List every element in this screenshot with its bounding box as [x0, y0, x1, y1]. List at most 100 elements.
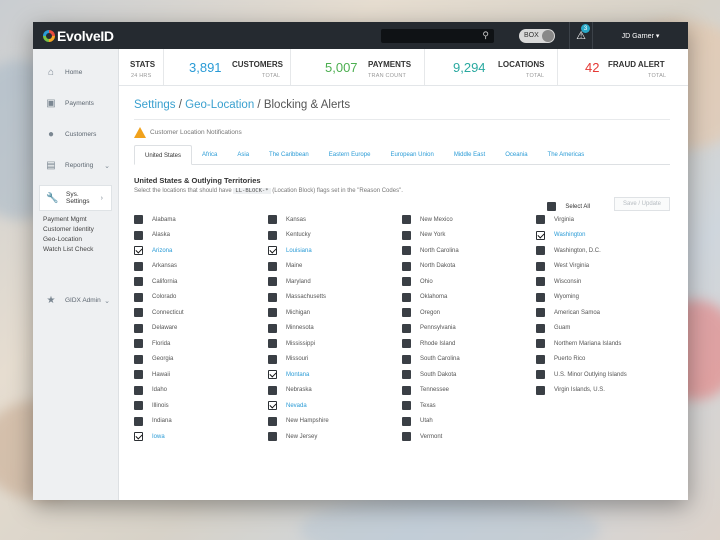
location-checkbox-row[interactable]: Rhode Island [402, 336, 536, 352]
checkbox[interactable] [134, 339, 143, 349]
tab-africa[interactable]: Africa [192, 145, 227, 164]
search-icon[interactable]: ⚲ [482, 30, 489, 41]
location-checkbox-row[interactable]: South Carolina [402, 352, 536, 368]
search-input[interactable]: ⚲ [381, 28, 494, 43]
stat-customers[interactable]: 3,891 CUSTOMERS TOTAL [164, 49, 291, 85]
tab-middle-east[interactable]: Middle East [444, 145, 495, 164]
sidebar-item-home[interactable]: ⌂ Home [33, 57, 118, 88]
location-checkbox-row[interactable]: Tennessee [402, 383, 536, 399]
checkbox[interactable] [402, 385, 411, 395]
location-checkbox-row[interactable]: Hawaii [134, 367, 268, 383]
location-checkbox-row[interactable]: Pennsylvania [402, 321, 536, 337]
location-checkbox-row[interactable]: American Samoa [536, 305, 670, 321]
location-checkbox-row[interactable]: Ohio [402, 274, 536, 290]
location-checkbox-row[interactable]: Massachusetts [268, 290, 402, 306]
tab-asia[interactable]: Asia [227, 145, 259, 164]
checkbox[interactable] [134, 354, 143, 364]
checkbox[interactable] [402, 292, 411, 302]
location-checkbox-row[interactable]: Colorado [134, 290, 268, 306]
location-checkbox-row[interactable]: Northern Mariana Islands [536, 336, 670, 352]
checkbox[interactable] [268, 385, 277, 395]
location-checkbox-row[interactable]: Arkansas [134, 259, 268, 275]
checkbox[interactable] [268, 416, 277, 426]
select-all-checkbox[interactable]: Select All [547, 202, 590, 211]
checkbox[interactable] [536, 292, 545, 302]
checkbox[interactable] [134, 261, 143, 271]
checkbox[interactable] [536, 246, 545, 256]
location-checkbox-row[interactable]: Alabama [134, 212, 268, 228]
location-checkbox-row[interactable]: Idaho [134, 383, 268, 399]
location-checkbox-row[interactable]: New Jersey [268, 429, 402, 445]
location-checkbox-row[interactable]: Connecticut [134, 305, 268, 321]
sidebar-item-reporting[interactable]: ▤ Reporting ⌄ [33, 150, 118, 181]
checkbox[interactable] [134, 385, 143, 395]
location-checkbox-row[interactable]: Wisconsin [536, 274, 670, 290]
location-checkbox-row[interactable]: Iowa [134, 429, 268, 445]
checkbox[interactable] [536, 385, 545, 395]
checkbox[interactable] [402, 401, 411, 411]
location-checkbox-row[interactable]: Louisiana [268, 243, 402, 259]
checkbox[interactable] [134, 292, 143, 302]
checkbox[interactable] [402, 215, 411, 225]
submenu-customer-identity[interactable]: Customer Identity [43, 225, 118, 235]
checkbox[interactable] [268, 354, 277, 364]
checkbox[interactable] [268, 215, 277, 225]
checkbox[interactable] [402, 261, 411, 271]
location-checkbox-row[interactable]: Guam [536, 321, 670, 337]
checkbox[interactable] [134, 416, 143, 426]
sidebar-item-payments[interactable]: ▣ Payments [33, 88, 118, 119]
checkbox[interactable] [268, 246, 277, 256]
checkbox[interactable] [134, 277, 143, 287]
checkbox[interactable] [402, 277, 411, 287]
checkbox[interactable] [134, 230, 143, 240]
checkbox[interactable] [547, 202, 557, 211]
location-checkbox-row[interactable]: Mississippi [268, 336, 402, 352]
location-checkbox-row[interactable]: Virgin Islands, U.S. [536, 383, 670, 399]
checkbox[interactable] [268, 308, 277, 318]
tab-the-americas[interactable]: The Americas [538, 145, 595, 164]
location-checkbox-row[interactable]: Montana [268, 367, 402, 383]
checkbox[interactable] [402, 339, 411, 349]
location-checkbox-row[interactable]: Texas [402, 398, 536, 414]
checkbox[interactable] [536, 277, 545, 287]
location-checkbox-row[interactable]: Puerto Rico [536, 352, 670, 368]
sidebar-item-gidx-admin[interactable]: ★ GIDX Admin ⌄ [33, 285, 118, 316]
checkbox[interactable] [402, 370, 411, 380]
tab-european-union[interactable]: European Union [380, 145, 443, 164]
location-checkbox-row[interactable]: California [134, 274, 268, 290]
location-checkbox-row[interactable]: Nebraska [268, 383, 402, 399]
location-checkbox-row[interactable]: Illinois [134, 398, 268, 414]
location-checkbox-row[interactable]: Oregon [402, 305, 536, 321]
location-checkbox-row[interactable]: Kentucky [268, 228, 402, 244]
sidebar-item-sys-settings[interactable]: 🔧 Sys. Settings › [39, 185, 112, 211]
location-checkbox-row[interactable]: Utah [402, 414, 536, 430]
location-checkbox-row[interactable]: Missouri [268, 352, 402, 368]
location-checkbox-row[interactable]: Florida [134, 336, 268, 352]
submenu-geo-location[interactable]: Geo-Location [43, 235, 118, 245]
location-checkbox-row[interactable]: Vermont [402, 429, 536, 445]
breadcrumb-geo-location[interactable]: Geo-Location [185, 99, 254, 111]
checkbox[interactable] [536, 339, 545, 349]
location-checkbox-row[interactable]: Minnesota [268, 321, 402, 337]
tab-oceania[interactable]: Oceania [495, 145, 537, 164]
submenu-payment-mgmt[interactable]: Payment Mgmt [43, 215, 118, 225]
stat-fraud-alert[interactable]: 42 FRAUD ALERT TOTAL [558, 49, 678, 85]
submenu-watch-list-check[interactable]: Watch List Check [43, 245, 118, 255]
location-checkbox-row[interactable]: Indiana [134, 414, 268, 430]
location-checkbox-row[interactable]: Alaska [134, 228, 268, 244]
stat-payments[interactable]: 5,007 PAYMENTS TRAN COUNT [291, 49, 425, 85]
checkbox[interactable] [134, 246, 143, 256]
checkbox[interactable] [268, 339, 277, 349]
location-checkbox-row[interactable]: North Dakota [402, 259, 536, 275]
location-checkbox-row[interactable]: Arizona [134, 243, 268, 259]
checkbox[interactable] [402, 432, 411, 442]
checkbox[interactable] [402, 230, 411, 240]
checkbox[interactable] [536, 323, 545, 333]
checkbox[interactable] [536, 354, 545, 364]
checkbox[interactable] [134, 370, 143, 380]
checkbox[interactable] [268, 292, 277, 302]
checkbox[interactable] [268, 323, 277, 333]
location-checkbox-row[interactable]: Virginia [536, 212, 670, 228]
location-checkbox-row[interactable]: Delaware [134, 321, 268, 337]
location-checkbox-row[interactable]: Maryland [268, 274, 402, 290]
